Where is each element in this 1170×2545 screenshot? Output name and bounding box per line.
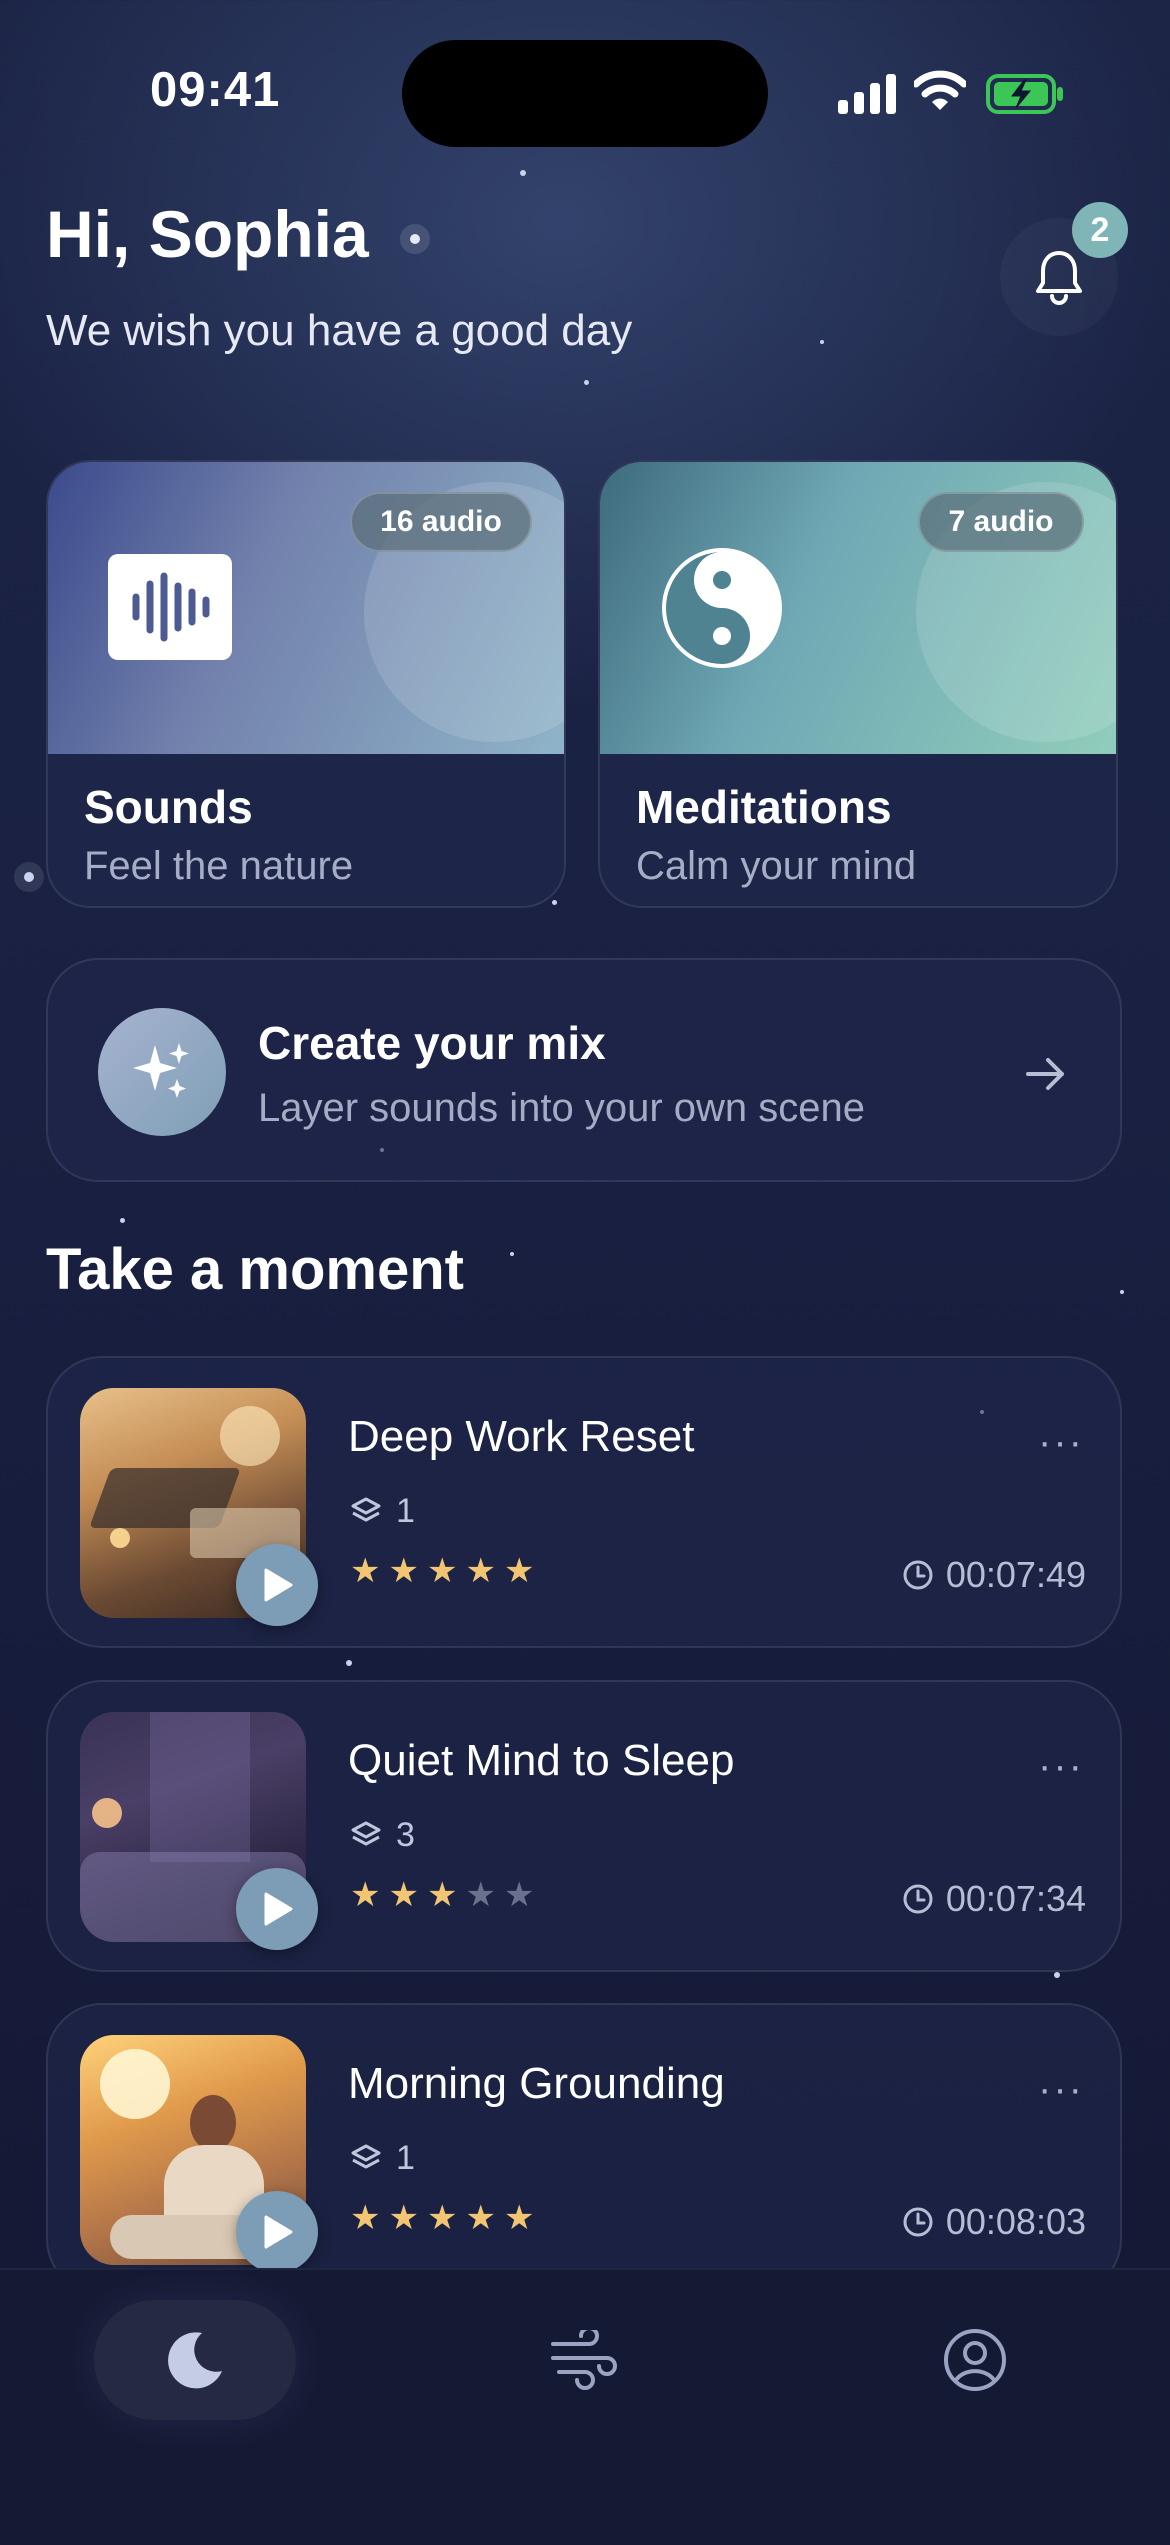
meditations-subtitle: Calm your mind xyxy=(636,844,917,888)
layers-count: 1 xyxy=(396,1492,415,1530)
more-options-icon[interactable]: ··· xyxy=(1038,2067,1084,2112)
play-icon xyxy=(264,1568,293,1602)
status-time: 09:41 xyxy=(150,63,281,117)
meditations-count-badge: 7 audio xyxy=(918,492,1084,552)
sounds-card[interactable]: 16 audio Sounds Feel the nature xyxy=(46,460,566,908)
sound-wave-icon xyxy=(108,554,232,660)
meditations-title: Meditations xyxy=(636,781,892,833)
duration-text: 00:07:49 xyxy=(945,1554,1086,1595)
session-card[interactable]: Morning Grounding ··· 1 ★ ★ ★ ★ ★ 00:08:03 xyxy=(46,2003,1122,2295)
sparkles-icon xyxy=(98,1008,226,1136)
layers-icon xyxy=(351,2144,381,2168)
layers-icon xyxy=(351,1821,381,1845)
create-mix-title: Create your mix xyxy=(258,1017,606,1069)
dynamic-island xyxy=(402,40,768,147)
star-filled-icon: ★ xyxy=(503,2199,535,2237)
duration-text: 00:08:03 xyxy=(945,2201,1086,2242)
play-button[interactable] xyxy=(236,1544,318,1626)
notification-badge: 2 xyxy=(1072,202,1128,258)
clock-icon xyxy=(903,1560,933,1590)
star-filled-icon: ★ xyxy=(426,2199,458,2237)
sounds-subtitle: Feel the nature xyxy=(84,844,354,888)
rating-stars: ★ ★ ★ ★ ★ xyxy=(350,2201,534,2235)
play-button[interactable] xyxy=(236,2191,318,2273)
star-filled-icon: ★ xyxy=(388,1876,419,1914)
session-layers: 1 xyxy=(350,2139,415,2178)
session-card[interactable]: Deep Work Reset ··· 1 ★ ★ ★ ★ ★ 00:07:49 xyxy=(46,1356,1122,1648)
tab-breathe[interactable] xyxy=(525,2300,645,2420)
star-filled-icon: ★ xyxy=(388,2199,419,2237)
greeting-subtitle: We wish you have a good day xyxy=(46,306,633,355)
greeting-title: Hi, Sophia xyxy=(46,197,369,271)
layers-count: 1 xyxy=(396,2139,415,2177)
clock-icon xyxy=(903,2207,933,2237)
session-duration: 00:07:34 xyxy=(902,1878,1086,1920)
clock-icon xyxy=(903,1884,933,1914)
play-button[interactable] xyxy=(236,1868,318,1950)
arrow-right-icon xyxy=(1026,1058,1064,1090)
wifi-icon xyxy=(914,70,966,110)
sounds-title: Sounds xyxy=(84,781,253,833)
session-card[interactable]: Quiet Mind to Sleep ··· 3 ★ ★ ★ ★ ★ 00:07:34 xyxy=(46,1680,1122,1972)
star-filled-icon: ★ xyxy=(350,2199,381,2237)
session-duration: 00:07:49 xyxy=(902,1554,1086,1596)
star-filled-icon: ★ xyxy=(426,1552,458,1590)
star-filled-icon: ★ xyxy=(350,1552,381,1590)
wind-icon xyxy=(551,2330,617,2390)
bell-icon xyxy=(1036,251,1082,305)
battery-icon xyxy=(986,74,1063,114)
tab-profile[interactable] xyxy=(915,2300,1035,2420)
star-empty-icon: ★ xyxy=(465,1876,496,1914)
session-layers: 1 xyxy=(350,1492,415,1531)
star-filled-icon: ★ xyxy=(465,1552,496,1590)
status-dot-icon xyxy=(400,224,430,254)
meditations-card[interactable]: 7 audio Meditations Calm your mind xyxy=(598,460,1118,908)
section-title: Take a moment xyxy=(46,1237,464,1302)
session-title: Morning Grounding xyxy=(348,2059,725,2108)
moon-icon xyxy=(168,2332,222,2389)
more-options-icon[interactable]: ··· xyxy=(1038,1744,1084,1789)
create-mix-card[interactable]: Create your mix Layer sounds into your o… xyxy=(46,958,1122,1182)
create-mix-subtitle: Layer sounds into your own scene xyxy=(258,1086,866,1130)
session-duration: 00:08:03 xyxy=(902,2201,1086,2243)
session-title: Deep Work Reset xyxy=(348,1412,695,1461)
play-icon xyxy=(264,1892,293,1926)
tab-bar xyxy=(0,2268,1170,2545)
play-icon xyxy=(264,2215,293,2249)
rating-stars: ★ ★ ★ ★ ★ xyxy=(350,1878,534,1912)
session-title: Quiet Mind to Sleep xyxy=(348,1736,735,1785)
profile-icon xyxy=(944,2329,1006,2391)
star-filled-icon: ★ xyxy=(503,1552,535,1590)
rating-stars: ★ ★ ★ ★ ★ xyxy=(350,1554,534,1588)
star-filled-icon: ★ xyxy=(426,1876,458,1914)
star-empty-icon: ★ xyxy=(503,1876,535,1914)
yin-yang-icon xyxy=(662,548,782,668)
sounds-count-badge: 16 audio xyxy=(350,492,532,552)
layers-count: 3 xyxy=(396,1816,415,1854)
star-filled-icon: ★ xyxy=(388,1552,419,1590)
session-layers: 3 xyxy=(350,1816,415,1855)
duration-text: 00:07:34 xyxy=(945,1878,1086,1919)
more-options-icon[interactable]: ··· xyxy=(1038,1420,1084,1465)
star-filled-icon: ★ xyxy=(350,1876,381,1914)
tab-sleep[interactable] xyxy=(94,2300,296,2420)
layers-icon xyxy=(351,1497,381,1521)
star-filled-icon: ★ xyxy=(465,2199,496,2237)
signal-icon xyxy=(838,74,896,114)
